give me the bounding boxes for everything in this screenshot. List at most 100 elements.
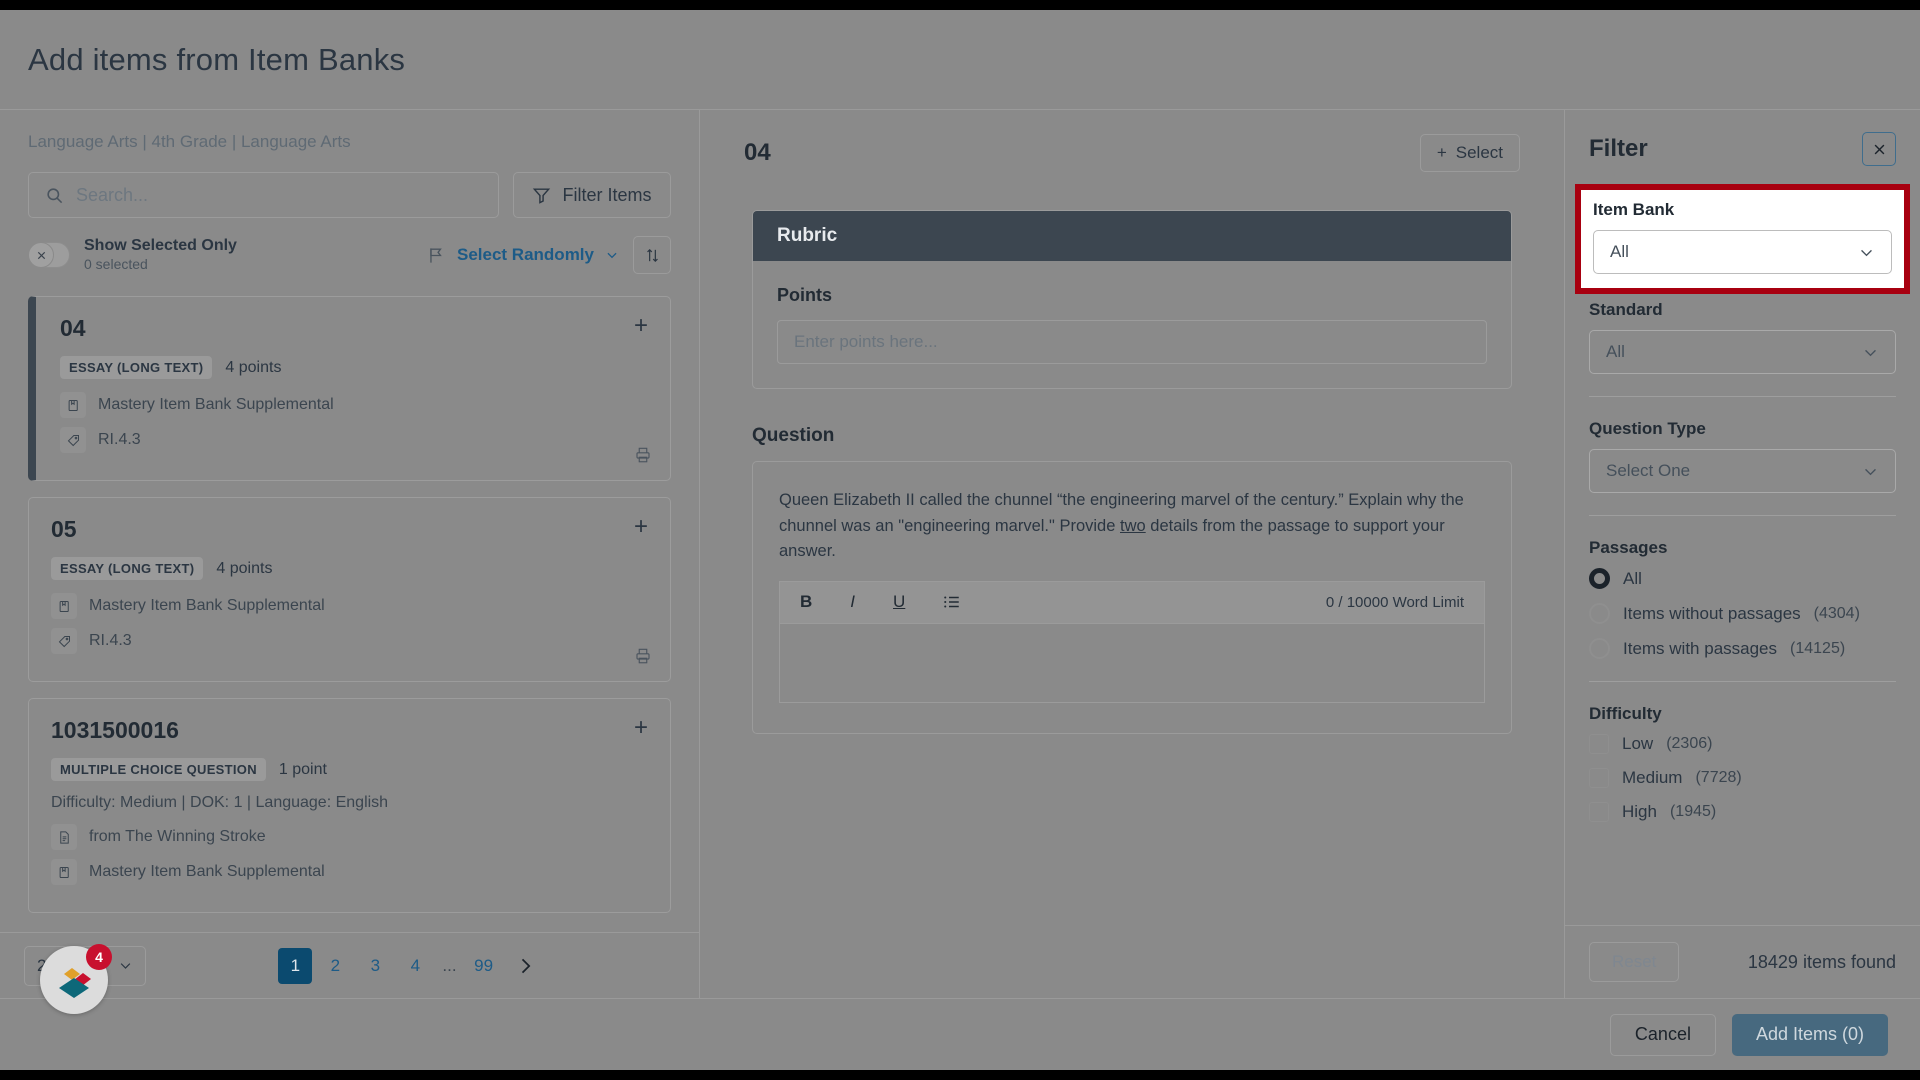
item-id: 05 bbox=[51, 516, 77, 542]
passages-option-label: Items without passages bbox=[1623, 603, 1801, 623]
item-type-badge: MULTIPLE CHOICE QUESTION bbox=[51, 758, 266, 781]
cancel-button[interactable]: Cancel bbox=[1609, 1013, 1716, 1056]
passages-option-with[interactable]: Items with passages (14125) bbox=[1589, 638, 1896, 659]
question-label: Question bbox=[752, 425, 835, 446]
list-item[interactable]: 05 + ESSAY (LONG TEXT) 4 points Mastery … bbox=[28, 497, 671, 682]
sort-button[interactable] bbox=[633, 236, 671, 274]
question-card: Queen Elizabeth II called the chunnel “t… bbox=[752, 461, 1512, 734]
filter-footer: Reset 18429 items found bbox=[1565, 925, 1920, 998]
question-type-value: Select One bbox=[1606, 461, 1691, 480]
chevron-down-icon bbox=[118, 958, 133, 973]
passages-label: Passages bbox=[1589, 538, 1668, 557]
select-button-label: Select bbox=[1455, 143, 1503, 162]
add-items-modal: Add items from Item Banks Language Arts … bbox=[0, 10, 1920, 1070]
divider bbox=[1589, 681, 1896, 682]
page-button-4[interactable]: 4 bbox=[398, 948, 432, 984]
answer-textarea[interactable] bbox=[779, 622, 1485, 703]
chevron-down-icon bbox=[1862, 463, 1879, 480]
breadcrumb: Language Arts | 4th Grade | Language Art… bbox=[28, 132, 351, 151]
page-title: Add items from Item Banks bbox=[28, 41, 406, 77]
italic-button[interactable]: I bbox=[850, 592, 855, 612]
page-button-2[interactable]: 2 bbox=[318, 948, 352, 984]
bold-button[interactable]: B bbox=[800, 592, 812, 612]
item-points: 1 point bbox=[278, 760, 327, 778]
search-input[interactable] bbox=[76, 184, 482, 206]
item-list[interactable]: 04 + ESSAY (LONG TEXT) 4 points Mastery … bbox=[0, 274, 699, 932]
item-type-badge: ESSAY (LONG TEXT) bbox=[51, 557, 204, 580]
item-standard: RI.4.3 bbox=[89, 632, 132, 649]
filter-title: Filter bbox=[1589, 135, 1648, 162]
flag-icon bbox=[427, 246, 446, 265]
difficulty-option-count: (7728) bbox=[1695, 769, 1742, 786]
show-selected-only-toggle[interactable] bbox=[28, 242, 70, 268]
difficulty-option-medium[interactable]: Medium (7728) bbox=[1589, 768, 1896, 788]
item-bank-row: Mastery Item Bank Supplemental bbox=[60, 392, 650, 418]
next-page-icon[interactable] bbox=[507, 956, 543, 976]
points-input[interactable] bbox=[777, 320, 1487, 364]
preview-header: 04 + Select bbox=[744, 134, 1520, 172]
add-items-button[interactable]: Add Items (0) bbox=[1731, 1013, 1888, 1056]
standard-group: Standard All bbox=[1589, 300, 1896, 374]
difficulty-option-label: Medium bbox=[1622, 768, 1683, 787]
filter-items-button[interactable]: Filter Items bbox=[513, 172, 671, 218]
modal-actionbar: Cancel Add Items (0) bbox=[0, 998, 1920, 1070]
print-icon[interactable] bbox=[634, 647, 652, 665]
item-meta: ESSAY (LONG TEXT) 4 points bbox=[51, 557, 650, 580]
passages-option-without[interactable]: Items without passages (4304) bbox=[1589, 603, 1896, 624]
item-standard-row: RI.4.3 bbox=[60, 427, 650, 453]
show-selected-only-labels: Show Selected Only 0 selected bbox=[84, 236, 237, 274]
item-bank-name: Mastery Item Bank Supplemental bbox=[98, 396, 334, 413]
underline-button[interactable]: U bbox=[893, 592, 905, 612]
bulleted-list-icon[interactable] bbox=[943, 594, 961, 610]
filter-body: Item Bank All Standard All Question Type… bbox=[1565, 184, 1920, 925]
print-icon[interactable] bbox=[634, 446, 652, 464]
checkbox-icon bbox=[1589, 734, 1609, 754]
difficulty-option-low[interactable]: Low (2306) bbox=[1589, 734, 1896, 754]
list-item[interactable]: 1031500016 + MULTIPLE CHOICE QUESTION 1 … bbox=[28, 698, 671, 913]
standard-select[interactable]: All bbox=[1589, 330, 1896, 374]
add-item-icon[interactable]: + bbox=[628, 514, 654, 540]
page-ellipsis: ... bbox=[442, 955, 457, 975]
support-widget-button[interactable]: 4 bbox=[40, 944, 112, 1014]
list-item[interactable]: 04 + ESSAY (LONG TEXT) 4 points Mastery … bbox=[28, 296, 671, 481]
item-detail: Difficulty: Medium | DOK: 1 | Language: … bbox=[51, 794, 389, 811]
chevron-down-icon bbox=[1858, 244, 1875, 261]
page-button-3[interactable]: 3 bbox=[358, 948, 392, 984]
item-id: 1031500016 bbox=[51, 717, 179, 743]
search-icon bbox=[45, 186, 64, 205]
rubric-card: Rubric Points bbox=[752, 210, 1512, 389]
difficulty-option-high[interactable]: High (1945) bbox=[1589, 802, 1896, 822]
page-button-1[interactable]: 1 bbox=[278, 947, 313, 984]
reset-button[interactable]: Reset bbox=[1589, 942, 1680, 982]
question-block: Question Queen Elizabeth II called the c… bbox=[752, 425, 1512, 734]
select-randomly-button[interactable]: Select Randomly bbox=[427, 245, 619, 265]
close-icon[interactable] bbox=[1862, 132, 1896, 166]
chevron-down-icon bbox=[605, 248, 619, 262]
item-points: 4 points bbox=[225, 358, 282, 376]
difficulty-option-label: High bbox=[1622, 802, 1657, 821]
item-id: 04 bbox=[60, 315, 86, 341]
add-item-icon[interactable]: + bbox=[628, 313, 654, 339]
item-browser-header: Language Arts | 4th Grade | Language Art… bbox=[0, 110, 699, 274]
search-box[interactable] bbox=[28, 172, 499, 218]
item-meta: MULTIPLE CHOICE QUESTION 1 point bbox=[51, 758, 650, 781]
show-selected-only-label: Show Selected Only bbox=[84, 237, 237, 255]
selected-count: 0 selected bbox=[84, 256, 148, 273]
passages-option-count: (4304) bbox=[1813, 604, 1860, 622]
question-type-label: Question Type bbox=[1589, 419, 1706, 438]
filter-panel: Filter Item Bank All Standard All Questi… bbox=[1564, 110, 1920, 998]
item-bank-select[interactable]: All bbox=[1593, 230, 1892, 274]
divider bbox=[1589, 515, 1896, 516]
add-item-icon[interactable]: + bbox=[628, 715, 654, 741]
difficulty-option-label: Low bbox=[1622, 734, 1654, 753]
page-button-last[interactable]: 99 bbox=[467, 948, 501, 984]
search-row: Filter Items bbox=[28, 172, 671, 218]
passages-option-all[interactable]: All bbox=[1589, 568, 1896, 589]
select-button[interactable]: + Select bbox=[1419, 134, 1520, 172]
item-passage-row: from The Winning Stroke bbox=[51, 824, 650, 850]
question-type-select[interactable]: Select One bbox=[1589, 449, 1896, 493]
radio-icon bbox=[1589, 638, 1610, 659]
notification-badge: 4 bbox=[86, 944, 112, 970]
question-text-emphasis: two bbox=[1120, 516, 1146, 535]
points-label: Points bbox=[777, 285, 833, 305]
